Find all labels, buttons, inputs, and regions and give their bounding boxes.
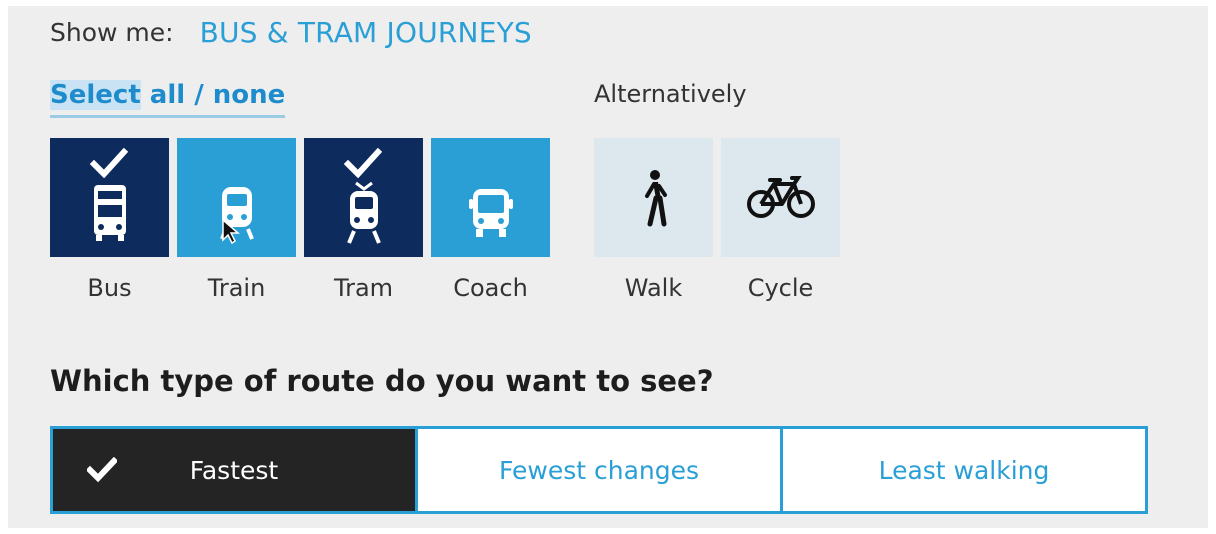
- frame-edge-left: [0, 0, 8, 534]
- show-me-value: BUS & TRAM JOURNEYS: [199, 15, 532, 49]
- journey-filter-panel: Show me: BUS & TRAM JOURNEYS Select all …: [0, 0, 1216, 534]
- show-me-row: Show me: BUS & TRAM JOURNEYS: [50, 12, 532, 52]
- route-option-label: Least walking: [878, 455, 1050, 485]
- bicycle-icon: [746, 175, 815, 218]
- tram-icon: [346, 181, 381, 244]
- bus-icon: [93, 184, 126, 241]
- mode-cycle-button[interactable]: [721, 138, 840, 257]
- route-option-least-walking[interactable]: Least walking: [780, 429, 1145, 511]
- mode-walk-button[interactable]: [594, 138, 713, 257]
- mode-bus-button[interactable]: [50, 138, 169, 257]
- select-underline: [50, 115, 286, 118]
- route-option-fastest[interactable]: Fastest: [53, 429, 415, 511]
- checkmark-icon: [87, 457, 117, 483]
- route-option-fewest-changes[interactable]: Fewest changes: [415, 429, 780, 511]
- mode-train-button[interactable]: [177, 138, 296, 257]
- route-option-label: Fewest changes: [498, 455, 700, 485]
- mouse-cursor-icon: [222, 218, 241, 244]
- mode-coach-label: Coach: [453, 274, 528, 302]
- coach-icon: [468, 188, 513, 237]
- frame-edge-top: [0, 0, 1216, 6]
- frame-edge-right: [1208, 0, 1216, 534]
- select-text: Select: [50, 80, 141, 110]
- checkmark-icon: [90, 148, 128, 178]
- mode-tram-button[interactable]: [304, 138, 423, 257]
- frame-edge-bottom: [0, 528, 1216, 534]
- mode-tram-label: Tram: [333, 274, 394, 302]
- route-type-selector: Fastest Fewest changes Least walking: [50, 426, 1148, 514]
- mode-train-label: Train: [207, 274, 266, 302]
- walk-icon: [644, 169, 667, 226]
- alternatively-label: Alternatively: [594, 80, 747, 108]
- mode-bus-label: Bus: [87, 274, 132, 302]
- route-type-question: Which type of route do you want to see?: [50, 364, 714, 398]
- mode-cycle-label: Cycle: [747, 274, 814, 302]
- mode-coach-button[interactable]: [431, 138, 550, 257]
- all-none-text: all / none: [140, 80, 286, 110]
- mode-walk-label: Walk: [624, 274, 683, 302]
- show-me-label: Show me:: [50, 17, 174, 47]
- route-option-label: Fastest: [189, 455, 279, 485]
- select-all-none-link[interactable]: Select all / none: [50, 80, 286, 118]
- checkmark-icon: [344, 148, 382, 178]
